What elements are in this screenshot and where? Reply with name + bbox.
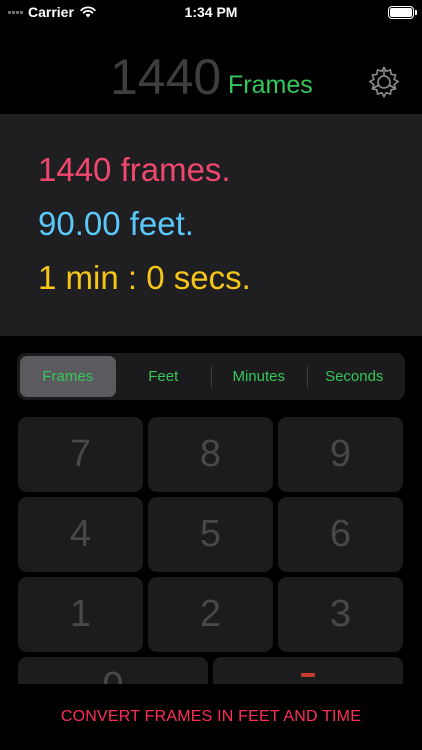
key-7[interactable]: 7: [18, 417, 143, 492]
key-0[interactable]: 0: [18, 657, 208, 684]
banner-text: CONVERT FRAMES IN FEET AND TIME: [60, 708, 362, 725]
key-clear[interactable]: [213, 657, 403, 684]
key-5[interactable]: 5: [148, 497, 273, 572]
clear-icon: [301, 672, 315, 677]
bottom-banner: CONVERT FRAMES IN FEET AND TIME: [0, 684, 422, 750]
key-2[interactable]: 2: [148, 577, 273, 652]
key-6[interactable]: 6: [278, 497, 403, 572]
keypad: 7 8 9 4 5 6 1 2 3 0: [0, 0, 422, 684]
key-9[interactable]: 9: [278, 417, 403, 492]
key-8[interactable]: 8: [148, 417, 273, 492]
key-1[interactable]: 1: [18, 577, 143, 652]
key-4[interactable]: 4: [18, 497, 143, 572]
key-3[interactable]: 3: [278, 577, 403, 652]
